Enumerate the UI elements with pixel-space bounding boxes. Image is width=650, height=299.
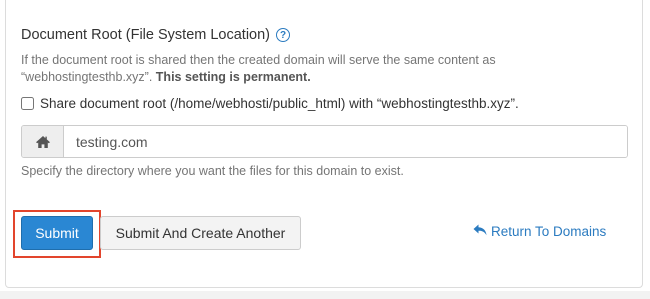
home-icon	[22, 126, 64, 157]
document-root-input-group	[21, 125, 628, 158]
section-title: Document Root (File System Location)	[21, 27, 271, 43]
section-header: Document Root (File System Location) ?	[21, 25, 291, 45]
share-document-root-row[interactable]: Share document root (/home/webhosti/publ…	[21, 96, 519, 111]
submit-button[interactable]: Submit	[21, 216, 93, 250]
permanent-warning: This setting is permanent.	[155, 70, 311, 84]
share-document-root-checkbox[interactable]	[21, 97, 34, 110]
return-to-domains-label: Return To Domains	[491, 224, 607, 239]
question-circle-icon[interactable]: ?	[276, 28, 291, 42]
page-footer-shade	[0, 291, 650, 299]
return-to-domains-link[interactable]: Return To Domains	[473, 224, 606, 239]
section-description: If the document root is shared then the …	[21, 52, 621, 86]
share-document-root-label: Share document root (/home/webhosti/publ…	[40, 96, 519, 111]
submit-and-create-another-button[interactable]: Submit And Create Another	[100, 216, 301, 250]
document-root-input[interactable]	[64, 126, 627, 157]
document-root-help-text: Specify the directory where you want the…	[21, 164, 404, 178]
reply-arrow-icon	[473, 224, 487, 239]
